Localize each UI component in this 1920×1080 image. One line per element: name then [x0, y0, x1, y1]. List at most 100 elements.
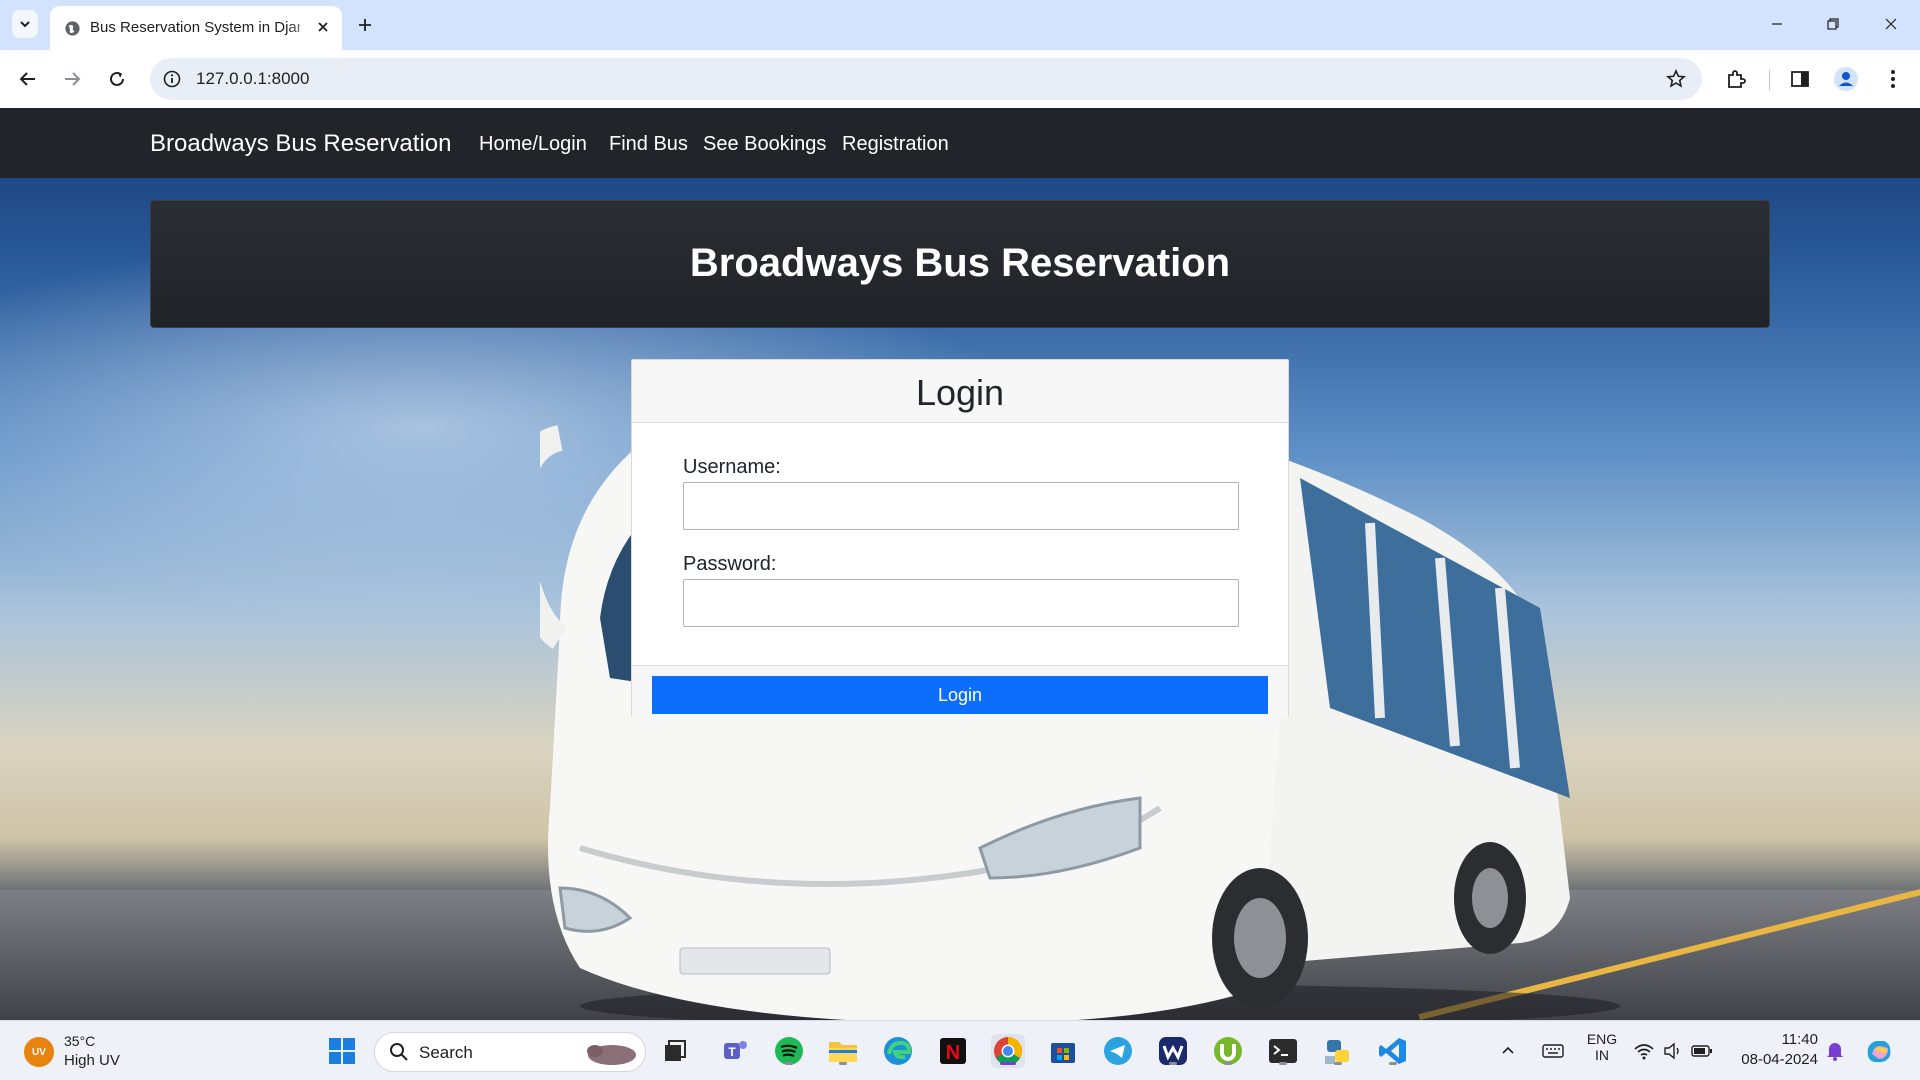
page-viewport: Broadways Bus Reservation Home/Login Fin…	[0, 108, 1920, 1020]
telegram-app[interactable]	[1101, 1034, 1135, 1068]
reload-icon	[110, 71, 124, 86]
reload-button[interactable]	[101, 63, 133, 95]
back-button[interactable]	[12, 63, 44, 95]
telegram-icon	[1104, 1037, 1132, 1065]
running-indicator	[1389, 1062, 1397, 1065]
running-indicator	[785, 1062, 793, 1065]
chrome-app[interactable]	[991, 1034, 1025, 1068]
hero-banner: Broadways Bus Reservation	[150, 200, 1770, 328]
browser-toolbar: 127.0.0.1:8000	[0, 50, 1920, 108]
store-app[interactable]	[1046, 1034, 1080, 1068]
login-card-header: Login	[632, 360, 1288, 423]
minimize-icon	[1772, 23, 1782, 25]
language-indicator[interactable]: ENG IN	[1582, 1031, 1622, 1063]
toolbar-separator	[1769, 70, 1770, 90]
task-view-icon	[665, 1040, 686, 1061]
browser-menu-button[interactable]	[1877, 63, 1909, 95]
bookmark-button[interactable]	[1664, 67, 1688, 91]
python-app[interactable]	[1321, 1034, 1355, 1068]
task-view-button[interactable]	[658, 1034, 692, 1068]
start-button[interactable]	[325, 1034, 359, 1068]
info-icon	[163, 70, 181, 88]
uv-icon: UV	[24, 1037, 54, 1067]
close-icon	[1885, 18, 1897, 30]
nav-link-registration[interactable]: Registration	[842, 133, 949, 156]
url-text[interactable]: 127.0.0.1:8000	[196, 69, 309, 89]
touch-keyboard-button[interactable]	[1538, 1034, 1568, 1068]
login-card-footer: Login	[632, 665, 1288, 717]
utorrent-app[interactable]	[1211, 1034, 1245, 1068]
restore-icon	[1827, 18, 1839, 30]
navbar-brand[interactable]: Broadways Bus Reservation	[150, 130, 451, 158]
avatar-icon	[1834, 67, 1858, 91]
terminal-icon	[1269, 1039, 1297, 1063]
address-bar[interactable]: 127.0.0.1:8000	[150, 58, 1702, 100]
side-panel-icon	[1791, 71, 1809, 87]
arrow-right-icon	[65, 72, 81, 86]
browser-tab[interactable]: Bus Reservation System in Django	[50, 6, 342, 50]
file-explorer-app[interactable]	[826, 1034, 860, 1068]
minimize-button[interactable]	[1754, 8, 1800, 40]
profile-button[interactable]	[1830, 63, 1862, 95]
vscode-app[interactable]	[1376, 1034, 1410, 1068]
side-panel-button[interactable]	[1784, 63, 1816, 95]
close-icon	[318, 22, 328, 32]
language-primary: ENG	[1586, 1031, 1618, 1047]
tab-close-button[interactable]	[312, 16, 334, 38]
netflix-icon: N	[940, 1038, 966, 1064]
clock-date: 08-04-2024	[1741, 1051, 1818, 1068]
running-indicator	[1334, 1062, 1342, 1065]
edge-app[interactable]	[881, 1034, 915, 1068]
site-navbar: Broadways Bus Reservation Home/Login Fin…	[0, 108, 1920, 178]
nav-link-find-bus[interactable]: Find Bus	[609, 133, 688, 156]
copilot-icon	[1867, 1041, 1891, 1063]
plus-icon	[359, 19, 371, 31]
tray-overflow-button[interactable]	[1496, 1034, 1520, 1068]
quick-settings-button[interactable]	[1630, 1034, 1716, 1068]
running-indicator	[1169, 1062, 1177, 1065]
svg-text:N: N	[946, 1042, 960, 1064]
star-icon	[1666, 69, 1686, 88]
webex-app[interactable]	[1156, 1034, 1190, 1068]
restore-button[interactable]	[1810, 8, 1856, 40]
login-card: Login Username: Password: Login	[631, 359, 1289, 717]
terminal-app[interactable]	[1266, 1034, 1300, 1068]
battery-icon	[1691, 1045, 1712, 1057]
weather-description: High UV	[64, 1052, 120, 1069]
site-info-button[interactable]	[160, 67, 184, 91]
copilot-button[interactable]	[1862, 1034, 1896, 1068]
new-tab-button[interactable]	[352, 12, 378, 38]
spotify-app[interactable]	[772, 1034, 806, 1068]
nav-link-see-bookings[interactable]: See Bookings	[703, 133, 826, 156]
password-input[interactable]	[683, 579, 1239, 627]
username-input[interactable]	[683, 482, 1239, 530]
svg-text:T: T	[728, 1045, 736, 1059]
tab-search-button[interactable]	[12, 10, 38, 38]
close-window-button[interactable]	[1868, 8, 1914, 40]
weather-temperature: 35°C	[64, 1033, 96, 1049]
notifications-button[interactable]	[1820, 1034, 1850, 1068]
forward-button[interactable]	[56, 63, 88, 95]
keyboard-icon	[1542, 1044, 1564, 1058]
bell-icon	[1827, 1043, 1843, 1061]
netflix-app[interactable]: N	[936, 1034, 970, 1068]
tab-title: Bus Reservation System in Django	[90, 19, 300, 36]
password-label: Password:	[683, 553, 777, 575]
nav-link-home-login[interactable]: Home/Login	[479, 133, 587, 156]
kebab-menu-icon	[1891, 70, 1895, 88]
clock[interactable]: 11:40 08-04-2024	[1741, 1030, 1818, 1070]
store-icon	[1051, 1043, 1075, 1063]
extensions-button[interactable]	[1720, 63, 1752, 95]
language-secondary: IN	[1595, 1047, 1609, 1063]
clock-time: 11:40	[1781, 1031, 1818, 1048]
running-indicator	[1279, 1062, 1287, 1065]
taskbar-search[interactable]: Search	[374, 1032, 646, 1072]
wifi-icon	[1634, 1044, 1654, 1060]
search-highlight-icon	[587, 1045, 636, 1065]
login-title: Login	[915, 372, 1005, 413]
login-button[interactable]: Login	[652, 676, 1268, 714]
running-indicator	[839, 1062, 847, 1065]
teams-app[interactable]: T	[718, 1034, 752, 1068]
active-indicator	[1000, 1062, 1016, 1065]
edge-icon	[884, 1037, 912, 1065]
